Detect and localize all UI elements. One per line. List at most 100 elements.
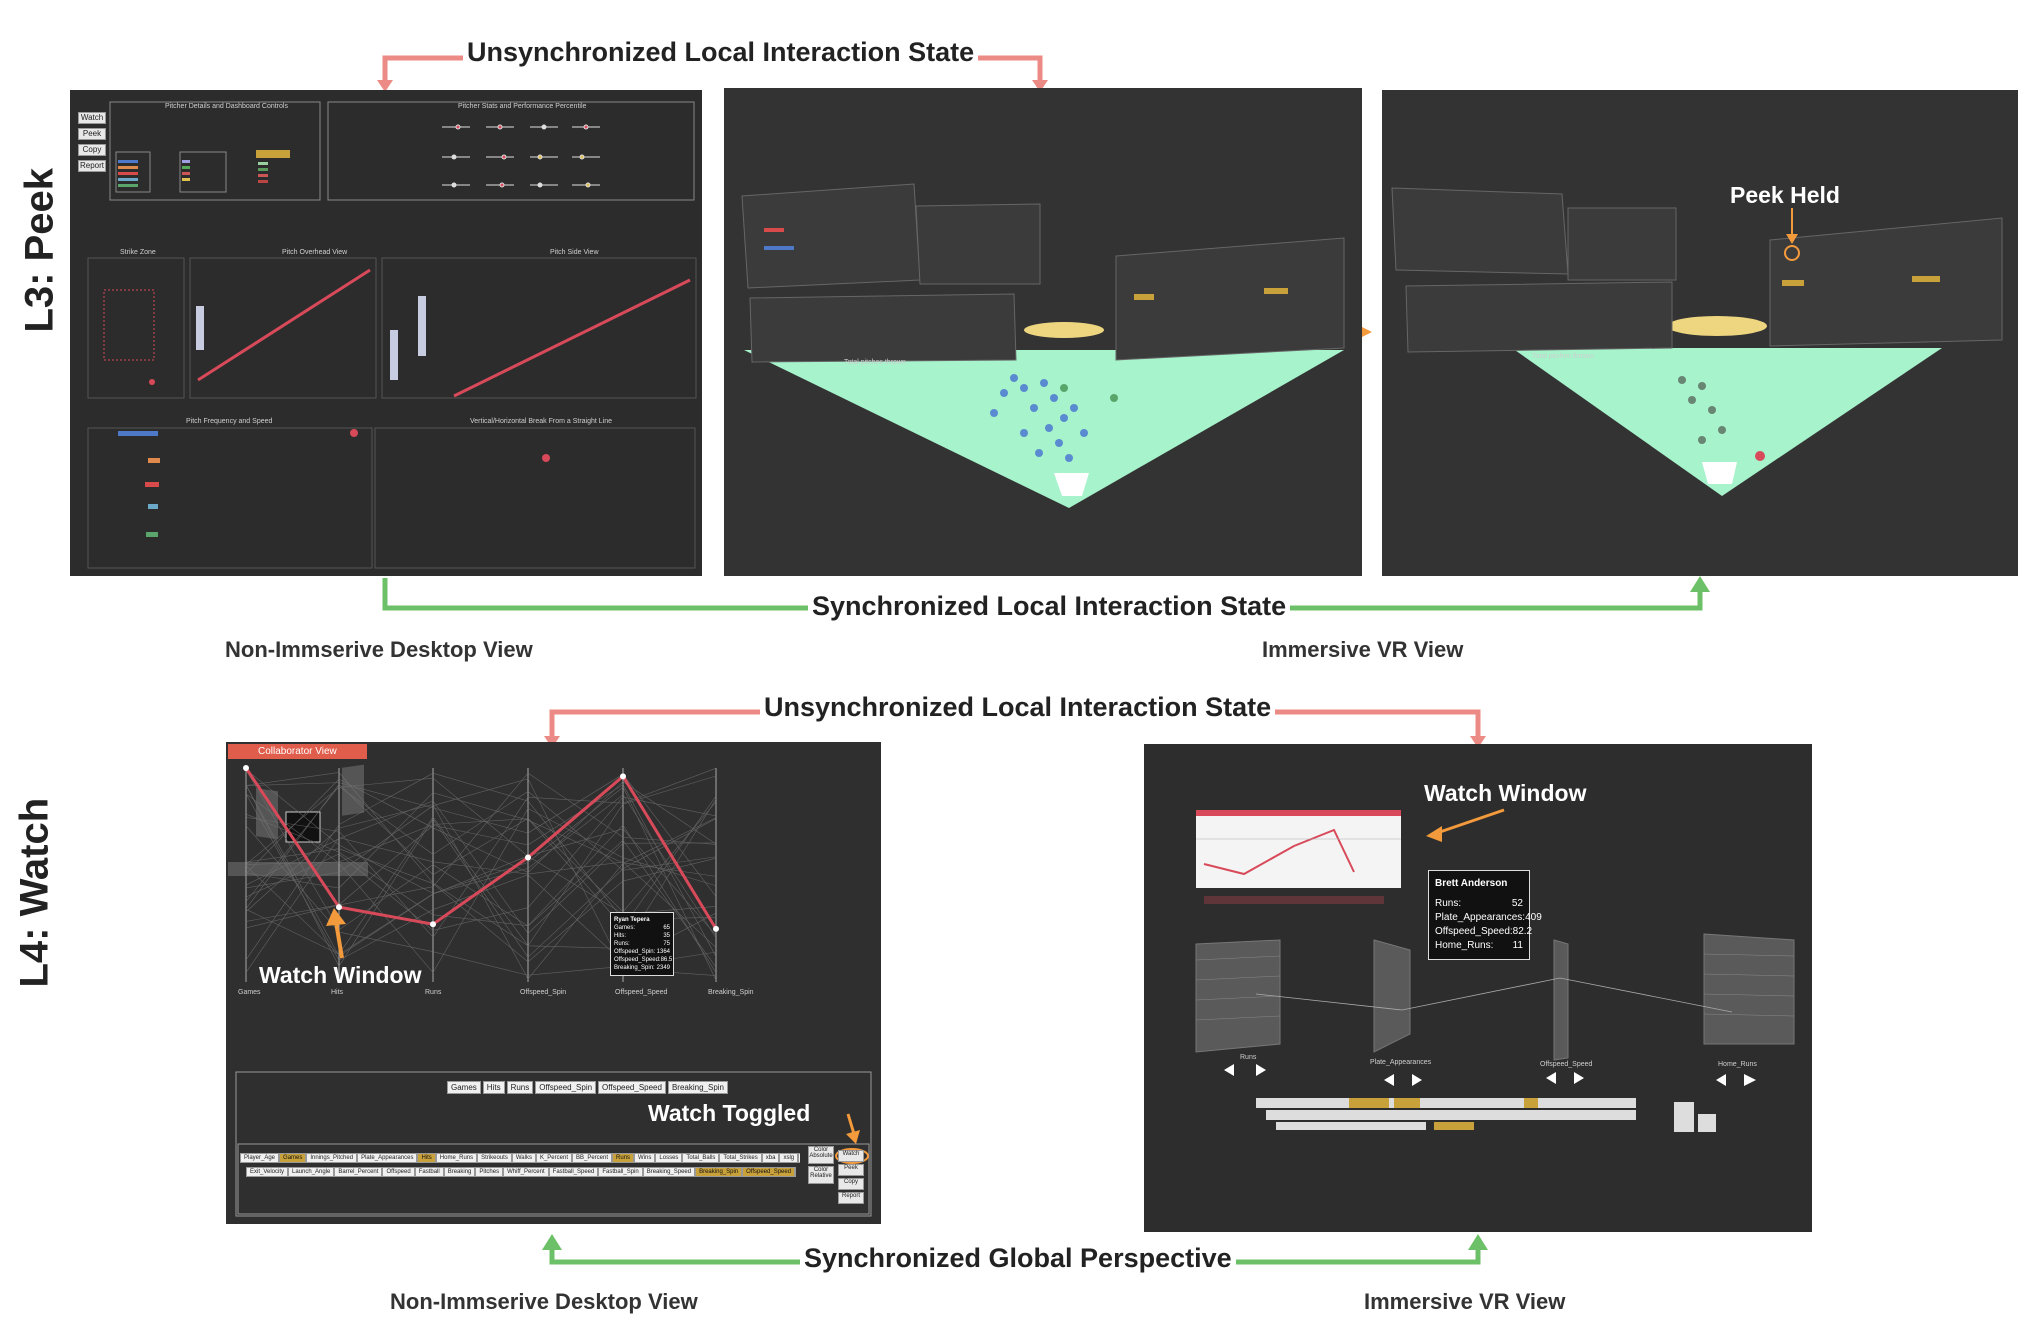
tooltip-row: Games: 65 xyxy=(614,924,670,932)
tooltip-value: 65 xyxy=(663,925,670,931)
peek-vr-scene-2: Total pitches thrown xyxy=(1391,187,2003,496)
watch-caption-desktop: Non-Immserive Desktop View xyxy=(390,1289,698,1314)
attribute-chip[interactable]: Breaking_Spin xyxy=(695,1167,743,1177)
tooltip-key: Offspeed_Spin: xyxy=(614,949,656,955)
vr-tooltip-name: Brett Anderson xyxy=(1435,878,1508,889)
peek-chart-break-title: Vertical/Horizontal Break From a Straigh… xyxy=(470,418,612,425)
attribute-chip[interactable]: Offspeed_Spin xyxy=(795,1167,796,1177)
peek-report-button[interactable]: Report xyxy=(78,160,106,172)
attribute-chip[interactable]: Breaking_Speed xyxy=(642,1167,696,1177)
tooltip-key: Games: xyxy=(614,925,636,931)
tooltip-value: 86.5 xyxy=(660,957,673,963)
tooltip-key: Plate_Appearances: xyxy=(1435,912,1526,923)
tooltip-row: Hits: 35 xyxy=(614,932,670,940)
tooltip-row: Runs: 52 xyxy=(1435,897,1523,911)
attribute-chip[interactable]: Fastball_Spin xyxy=(598,1167,643,1177)
watch-window-annot-vr: Watch Window xyxy=(1424,780,1587,806)
peek-peek-button[interactable]: Peek xyxy=(78,128,106,140)
selected-axis-chip[interactable]: Hits xyxy=(482,1081,505,1094)
peek-vr-panel-1: Total pitches thrown xyxy=(724,88,1362,576)
tooltip-value: 2349 xyxy=(656,965,670,971)
attribute-chips-row-2: Exit_Velocity Launch_Angle Barrel_Percent O… xyxy=(246,1160,796,1178)
peek-chart-strike-zone-title: Strike Zone xyxy=(120,249,156,256)
player-tooltip-desktop: Ryan Tepera Games: 65 Hits: 35 Runs: 75 Offspe… xyxy=(610,912,674,976)
attribute-chip[interactable]: Fastball_Speed xyxy=(548,1167,599,1177)
vr-total-label-2: Total pitches thrown xyxy=(1532,353,1594,360)
attribute-chip[interactable]: Pitches xyxy=(475,1167,504,1177)
watch-vr-panel: Runs Plate_Appearances Offspeed_Speed Ho… xyxy=(1144,744,1812,1232)
watch-unsync-label: Unsynchronized Local Interaction State xyxy=(760,692,1276,723)
peek-desktop-dashboard: Pitcher Details and Dashboard Controls P… xyxy=(87,101,697,569)
tooltip-key: Offspeed_Speed: xyxy=(1435,926,1513,937)
tooltip-row: Offspeed_Speed: 86.5 xyxy=(614,956,673,964)
peek-header-right: Pitcher Stats and Performance Percentile xyxy=(458,103,587,110)
tooltip-row: Offspeed_Speed: 82.2 xyxy=(1435,925,1532,939)
peek-copy-button[interactable]: Copy xyxy=(78,144,106,156)
selected-axis-chip[interactable]: Breaking_Spin xyxy=(667,1081,728,1094)
attribute-chip[interactable]: Breaking xyxy=(443,1167,476,1177)
selected-axis-chip[interactable]: Offspeed_Speed xyxy=(598,1081,666,1094)
tooltip-key: Home_Runs: xyxy=(1435,940,1494,951)
attribute-chip[interactable]: Fastball xyxy=(414,1167,444,1177)
attribute-chip[interactable]: Offspeed xyxy=(382,1167,415,1177)
row-label-watch: L4: Watch xyxy=(12,797,57,988)
selected-axis-chip[interactable]: Games xyxy=(447,1081,481,1094)
watch-action-button[interactable]: Watch xyxy=(838,1150,864,1162)
attribute-chip[interactable]: Launch_Angle xyxy=(288,1167,335,1177)
unsync-arrow-left-peek xyxy=(382,55,470,82)
tooltip-value: 409 xyxy=(1525,912,1542,923)
peek-action-button[interactable]: Peek xyxy=(838,1164,864,1176)
tooltip-value: 52 xyxy=(1511,898,1523,909)
unsync-arrow-right-watch xyxy=(1262,709,1481,738)
tooltip-value: 75 xyxy=(663,941,670,947)
attribute-chip[interactable]: Offspeed_Speed xyxy=(742,1167,796,1177)
peek-sync-label: Synchronized Local Interaction State xyxy=(808,591,1291,622)
tooltip-key: Offspeed_Speed: xyxy=(614,957,661,963)
vr-axis-label: Runs xyxy=(1240,1054,1257,1061)
peek-caption-vr: Immersive VR View xyxy=(1262,637,1464,662)
tooltip-row: Offspeed_Spin: 1364 xyxy=(614,948,670,956)
vr-total-label-1: Total pitches thrown xyxy=(844,359,906,366)
peek-watch-button[interactable]: Watch xyxy=(78,112,106,124)
vr-axis-label: Plate_Appearances xyxy=(1370,1059,1432,1066)
tooltip-key: Breaking_Spin: xyxy=(614,965,655,971)
tooltip-row: Home_Runs: 11 xyxy=(1435,939,1523,953)
tooltip-key: Runs: xyxy=(614,941,630,947)
attribute-chip[interactable]: Exit_Velocity xyxy=(246,1167,289,1177)
unsync-arrow-left-watch xyxy=(549,709,765,738)
tooltip-row: Breaking_Spin: 2349 xyxy=(614,964,670,972)
vr-parallel-coords-scene: Runs Plate_Appearances Offspeed_Speed Ho… xyxy=(1195,808,1795,1132)
color-relative-button[interactable]: Color Relative xyxy=(808,1166,834,1184)
attribute-chip[interactable]: Barrel_Percent xyxy=(334,1167,383,1177)
attribute-chip[interactable]: Whiff_Percent xyxy=(503,1167,549,1177)
watch-sync-label: Synchronized Global Perspective xyxy=(800,1243,1236,1274)
player-tooltip-vr: Brett Anderson Runs: 52 Plate_Appearances:… xyxy=(1428,870,1542,960)
tooltip-value: 11 xyxy=(1512,940,1523,951)
color-absolute-button[interactable]: Color Absolute xyxy=(808,1146,834,1164)
peek-chart-freq-title: Pitch Frequency and Speed xyxy=(186,418,272,425)
watch-caption-vr: Immersive VR View xyxy=(1364,1289,1566,1314)
sync-arrow-left-watch xyxy=(549,1240,805,1265)
selected-axis-chip[interactable]: Runs xyxy=(506,1081,534,1094)
sync-arrow-right-peek xyxy=(1275,585,1703,611)
tooltip-row: Runs: 75 xyxy=(614,940,670,948)
tooltip-value: 82.2 xyxy=(1512,926,1533,937)
peek-header-left: Pitcher Details and Dashboard Controls xyxy=(165,103,288,110)
peek-unsync-label: Unsynchronized Local Interaction State xyxy=(463,37,979,68)
sync-arrow-right-watch xyxy=(1228,1240,1481,1265)
tooltip-key: Runs: xyxy=(1435,898,1462,909)
attribute-chip[interactable]: woba xyxy=(798,1153,800,1163)
watch-desktop-panel: Collaborator View Games Hits Runs Offspeed_… xyxy=(226,742,881,1224)
peek-held-annot: Peek Held xyxy=(1730,182,1840,208)
tooltip-row: Plate_Appearances: 409 xyxy=(1435,911,1542,925)
selected-axes-bar: Games Hits Runs Offspeed_Spin Offspeed_Speed… xyxy=(446,1077,729,1095)
vr-axis-label: Offspeed_Speed xyxy=(1540,1061,1593,1068)
report-action-button[interactable]: Report xyxy=(838,1192,864,1204)
peek-caption-desktop: Non-Immserive Desktop View xyxy=(225,637,533,662)
tooltip-value: 1364 xyxy=(656,949,670,955)
peek-chart-side-title: Pitch Side View xyxy=(550,249,599,256)
selected-axis-chip[interactable]: Offspeed_Spin xyxy=(535,1081,597,1094)
copy-action-button[interactable]: Copy xyxy=(838,1178,864,1190)
peek-vr-scene-1: Total pitches thrown xyxy=(741,183,1345,508)
watch-toggled-annot: Watch Toggled xyxy=(648,1100,811,1126)
